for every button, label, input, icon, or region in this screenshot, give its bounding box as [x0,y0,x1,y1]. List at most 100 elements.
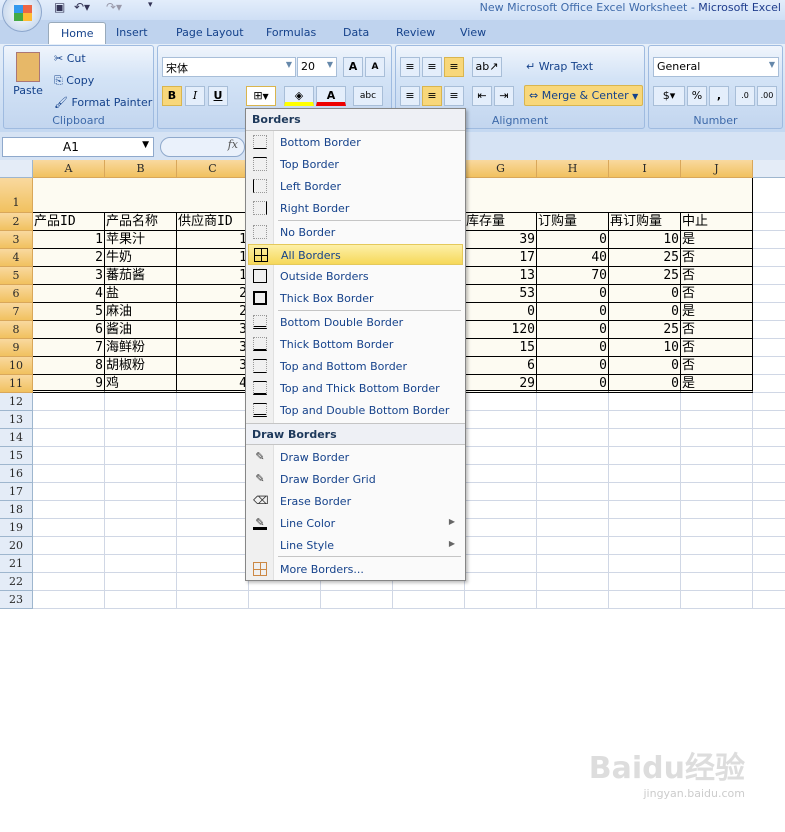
cell-A10[interactable]: 8 [33,357,105,375]
row-header-20[interactable]: 20 [0,537,33,555]
cell-H7[interactable]: 0 [537,303,609,321]
cell-14[interactable] [753,429,785,447]
undo-icon[interactable]: ↶▾ [74,0,90,14]
menu-item-outside-borders[interactable]: Outside Borders [248,266,463,287]
redo-icon[interactable]: ↷▾ [106,0,122,14]
cell-6[interactable] [753,285,785,303]
cell-I12[interactable] [609,393,681,411]
align-left-icon[interactable]: ≡ [400,86,420,106]
column-header-A[interactable]: A [33,160,105,178]
row-header-16[interactable]: 16 [0,465,33,483]
orientation-icon[interactable]: ab↗ [472,57,502,77]
save-icon[interactable]: ▣ [54,0,65,14]
cell-I22[interactable] [609,573,681,591]
row-header-2[interactable]: 2 [0,213,33,231]
align-bottom-icon[interactable]: ≡ [444,57,464,77]
cell-B7[interactable]: 麻油 [105,303,177,321]
menu-item-bottom-border[interactable]: Bottom Border [248,132,463,153]
cell-G12[interactable] [465,393,537,411]
cell-G17[interactable] [465,483,537,501]
cell-A22[interactable] [33,573,105,591]
italic-button[interactable]: I [185,86,205,106]
cell-H3[interactable]: 0 [537,231,609,249]
cell-H16[interactable] [537,465,609,483]
tab-insert[interactable]: Insert [116,26,148,39]
cell-C20[interactable] [177,537,249,555]
menu-item-top-and-double-bottom-border[interactable]: Top and Double Bottom Border [248,400,463,421]
row-header-17[interactable]: 17 [0,483,33,501]
increase-indent-icon[interactable]: ⇥ [494,86,514,106]
cell-I4[interactable]: 25 [609,249,681,267]
cell-A11[interactable]: 9 [33,375,105,393]
select-all-button[interactable] [0,160,33,178]
row-header-3[interactable]: 3 [0,231,33,249]
cell-C21[interactable] [177,555,249,573]
align-top-icon[interactable]: ≡ [400,57,420,77]
cell-17[interactable] [753,483,785,501]
cell-8[interactable] [753,321,785,339]
cell-J11[interactable]: 是 [681,375,753,393]
cell-J2[interactable]: 中止 [681,213,753,231]
increase-decimal-icon[interactable]: .0 [735,86,755,106]
cell-E23[interactable] [321,591,393,609]
cell-23[interactable] [753,591,785,609]
cell-A18[interactable] [33,501,105,519]
cell-H1[interactable] [537,178,610,213]
cell-G16[interactable] [465,465,537,483]
row-header-21[interactable]: 21 [0,555,33,573]
cell-A7[interactable]: 5 [33,303,105,321]
cell-H14[interactable] [537,429,609,447]
menu-item-top-border[interactable]: Top Border [248,154,463,175]
paste-button[interactable]: Paste [10,50,46,110]
menu-item-erase-border[interactable]: ⌫ Erase Border [248,491,463,512]
cell-B20[interactable] [105,537,177,555]
cell-A12[interactable] [33,393,105,411]
menu-item-right-border[interactable]: Right Border [248,198,463,219]
cell-C15[interactable] [177,447,249,465]
cell-I2[interactable]: 再订购量 [609,213,681,231]
column-header-I[interactable]: I [609,160,681,178]
shrink-font-icon[interactable]: A [365,57,385,77]
cell-J14[interactable] [681,429,753,447]
cell-I17[interactable] [609,483,681,501]
format-painter-button[interactable]: 🖌 Format Painter [54,96,152,109]
cell-A4[interactable]: 2 [33,249,105,267]
cell-C11[interactable]: 4 [177,375,249,393]
align-center-icon[interactable]: ≡ [422,86,442,106]
cell-H17[interactable] [537,483,609,501]
cell-J7[interactable]: 是 [681,303,753,321]
row-header-18[interactable]: 18 [0,501,33,519]
merge-center-button[interactable]: ⇔ Merge & Center ▼ [524,85,644,106]
number-format-dropdown[interactable]: General ▼ [653,57,779,77]
fill-color-button[interactable]: ◈ [284,86,314,106]
cell-C19[interactable] [177,519,249,537]
cell-B8[interactable]: 酱油 [105,321,177,339]
phonetic-icon[interactable]: abc [353,86,383,106]
cell-I5[interactable]: 25 [609,267,681,285]
cell-J1[interactable] [681,178,753,213]
row-header-13[interactable]: 13 [0,411,33,429]
menu-item-draw-border-grid[interactable]: ✎ Draw Border Grid [248,469,463,490]
cell-B5[interactable]: 蕃茄酱 [105,267,177,285]
cell-G7[interactable]: 0 [465,303,537,321]
decrease-indent-icon[interactable]: ⇤ [472,86,492,106]
column-header-B[interactable]: B [105,160,177,178]
row-header-8[interactable]: 8 [0,321,33,339]
row-header-14[interactable]: 14 [0,429,33,447]
cell-A6[interactable]: 4 [33,285,105,303]
cell-H22[interactable] [537,573,609,591]
cell-G13[interactable] [465,411,537,429]
customize-icon[interactable]: ▾ [148,0,153,10]
cell-G15[interactable] [465,447,537,465]
cell-H4[interactable]: 40 [537,249,609,267]
row-header-11[interactable]: 11 [0,375,33,393]
cell-H5[interactable]: 70 [537,267,609,285]
column-header-C[interactable]: C [177,160,249,178]
cell-J18[interactable] [681,501,753,519]
cell-I9[interactable]: 10 [609,339,681,357]
cell-C3[interactable]: 1 [177,231,249,249]
cell-C9[interactable]: 3 [177,339,249,357]
cell-B4[interactable]: 牛奶 [105,249,177,267]
cell-I19[interactable] [609,519,681,537]
cell-G11[interactable]: 29 [465,375,537,393]
